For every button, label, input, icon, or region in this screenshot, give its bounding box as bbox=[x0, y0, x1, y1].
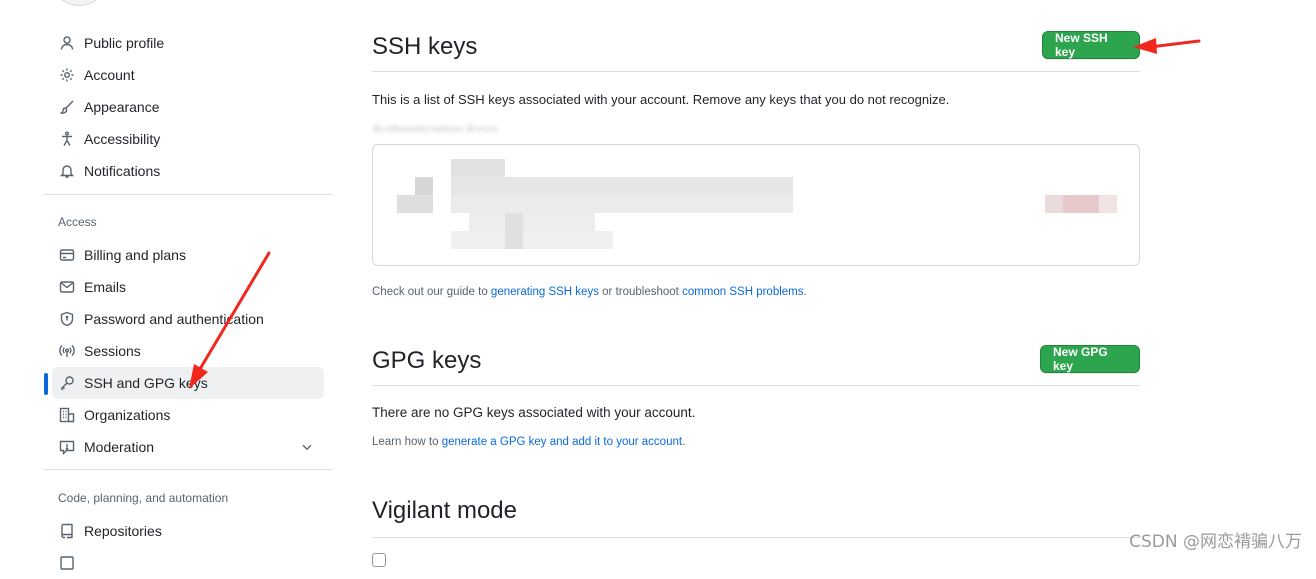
redacted-block bbox=[1063, 195, 1099, 213]
learn-text: . bbox=[682, 436, 686, 448]
sidebar-item-billing[interactable]: Billing and plans bbox=[52, 239, 324, 271]
sidebar-item-public-profile[interactable]: Public profile bbox=[52, 27, 324, 59]
sidebar-item-emails[interactable]: Emails bbox=[52, 271, 324, 303]
sidebar-item-accessibility[interactable]: Accessibility bbox=[52, 123, 324, 155]
sidebar-group-title: Access bbox=[58, 215, 97, 229]
shield-lock-icon bbox=[59, 311, 75, 327]
redacted-block bbox=[451, 177, 793, 195]
person-icon bbox=[59, 35, 75, 51]
redacted-block bbox=[451, 231, 613, 249]
vigilant-mode-title: Vigilant mode bbox=[372, 497, 517, 524]
sidebar-item-label: Account bbox=[84, 67, 135, 83]
redacted-block bbox=[451, 195, 793, 213]
sidebar-item-organizations[interactable]: Organizations bbox=[52, 399, 324, 431]
csdn-watermark: CSDN @网恋褙骗八万 bbox=[1129, 532, 1302, 552]
settings-sidebar: Public profile Account Appearance Access… bbox=[44, 0, 334, 570]
ssh-guide-text: Check out our guide to generating SSH ke… bbox=[372, 286, 807, 298]
sidebar-divider bbox=[44, 469, 332, 470]
sidebar-item-label: SSH and GPG keys bbox=[84, 375, 208, 391]
red-arrow-icon bbox=[1133, 38, 1201, 54]
new-ssh-key-button[interactable]: New SSH key bbox=[1042, 31, 1140, 59]
sidebar-item-password-authentication[interactable]: Password and authentication bbox=[52, 303, 324, 335]
package-icon bbox=[59, 555, 75, 571]
vigilant-mode-checkbox[interactable] bbox=[372, 553, 386, 567]
sidebar-item-label: Sessions bbox=[84, 343, 141, 359]
sidebar-item-appearance[interactable]: Appearance bbox=[52, 91, 324, 123]
sidebar-item-sessions[interactable]: Sessions bbox=[52, 335, 324, 367]
redacted-block bbox=[415, 177, 433, 195]
sidebar-item-account[interactable]: Account bbox=[52, 59, 324, 91]
sidebar-item-label: Billing and plans bbox=[84, 247, 186, 263]
sidebar-item-label: Appearance bbox=[84, 99, 160, 115]
guide-text: Check out our guide to bbox=[372, 286, 491, 298]
sidebar-item-label: Notifications bbox=[84, 163, 161, 179]
paintbrush-icon bbox=[59, 99, 75, 115]
redacted-block bbox=[1045, 195, 1063, 213]
repo-icon bbox=[59, 523, 75, 539]
gpg-empty-text: There are no GPG keys associated with yo… bbox=[372, 405, 696, 420]
accessibility-icon bbox=[59, 131, 75, 147]
new-gpg-key-button[interactable]: New GPG key bbox=[1040, 345, 1140, 373]
sidebar-item-label: Organizations bbox=[84, 407, 171, 423]
section-divider bbox=[372, 385, 1140, 386]
organization-icon bbox=[59, 407, 75, 423]
ssh-description: This is a list of SSH keys associated wi… bbox=[372, 92, 950, 107]
authentication-keys-title: Authentication Keys bbox=[372, 122, 498, 132]
gpg-learn-text: Learn how to generate a GPG key and add … bbox=[372, 436, 685, 448]
main-content: SSH keys New SSH key This is a list of S… bbox=[372, 0, 1140, 567]
guide-text: or troubleshoot bbox=[598, 286, 683, 298]
learn-text: Learn how to bbox=[372, 436, 442, 448]
redacted-block bbox=[451, 159, 505, 177]
ssh-key-list bbox=[372, 144, 1140, 266]
report-icon bbox=[59, 439, 75, 455]
bell-icon bbox=[59, 163, 75, 179]
gpg-keys-title: GPG keys bbox=[372, 347, 482, 374]
common-ssh-problems-link[interactable]: common SSH problems bbox=[682, 286, 803, 298]
redacted-block bbox=[1099, 195, 1117, 213]
ssh-key-row bbox=[373, 145, 1139, 265]
sidebar-item-repositories[interactable]: Repositories bbox=[52, 515, 324, 547]
sidebar-item-next[interactable] bbox=[52, 547, 324, 579]
redacted-block bbox=[505, 213, 523, 249]
credit-card-icon bbox=[59, 247, 75, 263]
key-icon bbox=[59, 375, 75, 391]
redacted-block bbox=[469, 213, 595, 231]
generating-ssh-keys-link[interactable]: generating SSH keys bbox=[491, 286, 599, 298]
sidebar-item-label: Password and authentication bbox=[84, 311, 264, 327]
section-divider bbox=[372, 71, 1140, 72]
section-divider bbox=[372, 537, 1140, 538]
sidebar-group-title: Code, planning, and automation bbox=[58, 491, 229, 505]
sidebar-item-label: Emails bbox=[84, 279, 127, 295]
sidebar-item-ssh-gpg-keys[interactable]: SSH and GPG keys bbox=[44, 367, 324, 399]
ssh-keys-title: SSH keys bbox=[372, 33, 478, 60]
generate-gpg-key-link[interactable]: generate a GPG key and add it to your ac… bbox=[442, 436, 682, 448]
active-indicator bbox=[44, 373, 48, 395]
sidebar-item-moderation[interactable]: Moderation bbox=[52, 431, 324, 463]
guide-text: . bbox=[803, 286, 807, 298]
redacted-block bbox=[397, 195, 433, 213]
mail-icon bbox=[59, 279, 75, 295]
gear-icon bbox=[59, 67, 75, 83]
sidebar-item-notifications[interactable]: Notifications bbox=[52, 155, 324, 187]
sidebar-item-label: Repositories bbox=[84, 523, 162, 539]
sidebar-item-label: Accessibility bbox=[84, 131, 161, 147]
chevron-down-icon[interactable] bbox=[300, 440, 314, 454]
sidebar-divider bbox=[44, 194, 332, 195]
sidebar-item-label: Public profile bbox=[84, 35, 165, 51]
sidebar-item-label: Moderation bbox=[84, 439, 155, 455]
broadcast-icon bbox=[59, 343, 75, 359]
